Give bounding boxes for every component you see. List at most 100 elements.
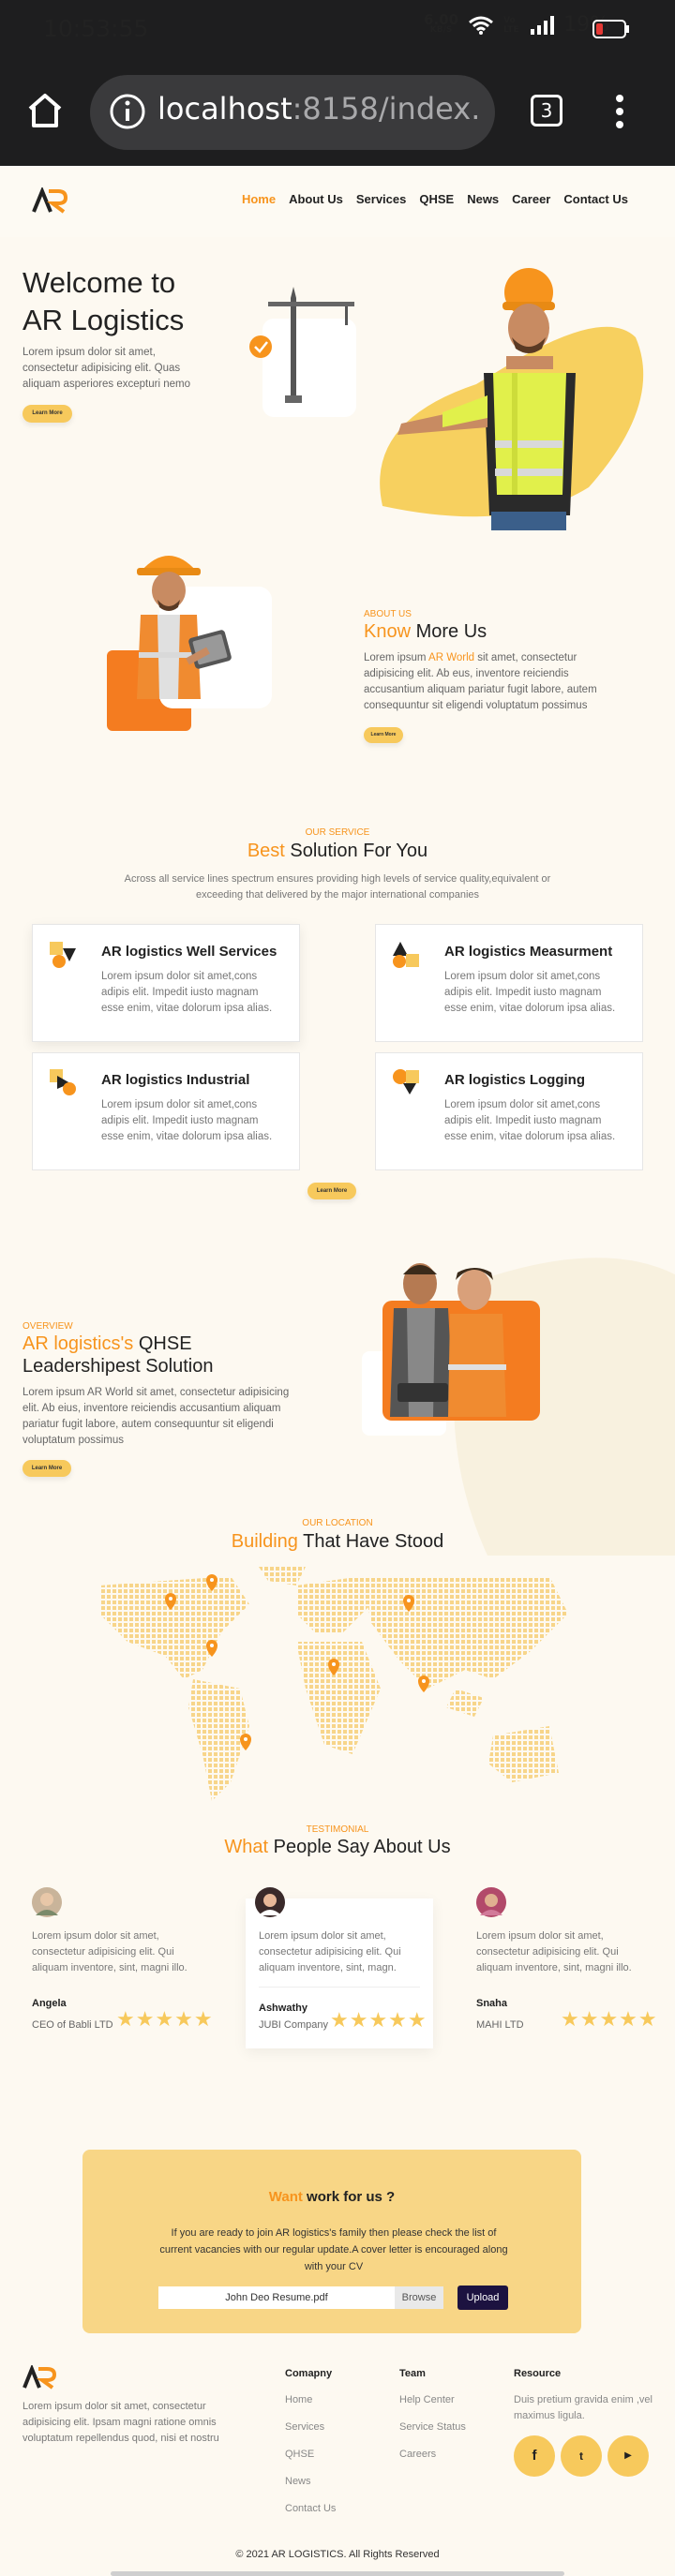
testimonial-company: MAHI LTD <box>476 2019 524 2031</box>
footer-company-links: Home Services QHSE News Contact Us <box>285 2387 336 2523</box>
about-text: Lorem ipsum AR World sit amet, consectet… <box>364 652 597 711</box>
nav-about[interactable]: About Us <box>289 192 343 206</box>
service-card-text: Lorem ipsum dolor sit amet,cons adipis e… <box>444 1099 616 1142</box>
upload-button[interactable]: Upload <box>458 2286 508 2310</box>
divider <box>259 1987 420 1988</box>
avatar <box>32 1887 62 1917</box>
status-time: 10:53:55 <box>43 15 149 42</box>
more-menu-icon[interactable] <box>613 94 626 129</box>
testimonial-text: Lorem ipsum dolor sit amet, consectetur … <box>32 1930 188 1973</box>
qhse-text: Lorem ipsum AR World sit amet, consectet… <box>22 1387 290 1446</box>
testimonial-name: Angela <box>32 1998 67 2009</box>
shapes-icon <box>393 1069 419 1094</box>
facebook-icon[interactable]: f <box>514 2435 555 2477</box>
about-title: Know More Us <box>364 621 488 642</box>
career-title: Want work for us ? <box>268 2189 396 2205</box>
hero-title-line2: AR Logistics <box>22 304 185 336</box>
browse-button[interactable]: Browse <box>395 2286 443 2309</box>
about-illustration <box>107 556 272 731</box>
shapes-icon <box>393 942 419 968</box>
service-card-title: AR logistics Measurment <box>444 944 613 960</box>
shapes-icon <box>50 1069 76 1095</box>
copyright: © 2021 AR LOGISTICS. All Rights Reserved <box>235 2549 440 2560</box>
footer-link-careers[interactable]: Careers <box>399 2441 466 2468</box>
status-icons: 6.00 KB/S Vo LTE 19% <box>424 10 609 37</box>
footer-resource-text: Duis pretium gravida enim ,vel maximus l… <box>514 2394 652 2421</box>
footer-link-help-center[interactable]: Help Center <box>399 2387 466 2414</box>
twitter-icon[interactable]: t <box>561 2435 602 2477</box>
signal-icon <box>531 15 555 35</box>
rating-stars: ★★★★★ <box>330 2008 428 2032</box>
nav-home[interactable]: Home <box>242 192 276 206</box>
avatar <box>255 1887 285 1917</box>
services-tag: OUR SERVICE <box>305 827 370 838</box>
testimonial-title: What People Say About Us <box>224 1837 451 1857</box>
cv-file-input[interactable]: John Deo Resume.pdf <box>158 2286 395 2309</box>
nav-news[interactable]: News <box>467 192 499 206</box>
rating-stars: ★★★★★ <box>561 2007 658 2031</box>
footer-link-service-status[interactable]: Service Status <box>399 2414 466 2441</box>
nav-qhse[interactable]: QHSE <box>419 192 454 206</box>
hero-learn-more-button[interactable]: Learn More <box>22 405 72 423</box>
testimonial-text: Lorem ipsum dolor sit amet, consectetur … <box>476 1930 632 1973</box>
about-learn-more-button[interactable]: Learn More <box>364 727 403 743</box>
battery-icon <box>592 20 629 38</box>
hero-text: Lorem ipsum dolor sit amet, consectetur … <box>22 347 190 390</box>
service-card-text: Lorem ipsum dolor sit amet,cons adipis e… <box>101 1099 273 1142</box>
hero-illustration <box>249 268 644 530</box>
tab-count-button[interactable]: 3 <box>531 95 562 127</box>
testimonial-name: Ashwathy <box>259 2003 308 2014</box>
main-nav: Home About Us Services QHSE News Career … <box>242 192 628 206</box>
location-tag: OUR LOCATION <box>302 1518 373 1528</box>
testimonial-company: JUBI Company <box>259 2019 328 2031</box>
footer-link-qhse[interactable]: QHSE <box>285 2441 336 2468</box>
rating-stars: ★★★★★ <box>116 2007 214 2031</box>
testimonial-tag: TESTIMONIAL <box>306 1824 369 1835</box>
avatar <box>476 1887 506 1917</box>
scroll-indicator[interactable] <box>111 2571 564 2576</box>
footer-link-news[interactable]: News <box>285 2468 336 2495</box>
service-card-title: AR logistics Logging <box>444 1072 585 1088</box>
service-card-text: Lorem ipsum dolor sit amet,cons adipis e… <box>101 971 273 1014</box>
nav-contact[interactable]: Contact Us <box>563 192 628 206</box>
services-title: Best Solution For You <box>247 841 428 861</box>
ar-logo[interactable] <box>32 187 68 214</box>
service-card-text: Lorem ipsum dolor sit amet,cons adipis e… <box>444 971 616 1014</box>
location-title: Building That Have Stood <box>231 1531 444 1552</box>
footer-team-heading: Team <box>399 2368 426 2379</box>
youtube-icon[interactable]: ▶ <box>608 2435 649 2477</box>
shapes-icon <box>50 942 76 968</box>
services-learn-more-button[interactable]: Learn More <box>308 1183 356 1199</box>
footer-link-services[interactable]: Services <box>285 2414 336 2441</box>
wifi-icon <box>469 16 494 35</box>
network-speed: 6.00 KB/S <box>424 10 459 35</box>
about-tag: ABOUT US <box>364 609 412 619</box>
home-icon[interactable] <box>26 92 64 129</box>
footer-link-contact[interactable]: Contact Us <box>285 2495 336 2523</box>
testimonial-company: CEO of Babli LTD <box>32 2019 113 2031</box>
testimonial-name: Snaha <box>476 1998 508 2009</box>
nav-career[interactable]: Career <box>512 192 550 206</box>
service-card-title: AR logistics Well Services <box>101 944 278 960</box>
volte-icon: Vo LTE <box>503 15 519 35</box>
footer-company-heading: Comapny <box>285 2368 333 2379</box>
service-card-title: AR logistics Industrial <box>101 1072 250 1088</box>
qhse-learn-more-button[interactable]: Learn More <box>22 1460 71 1477</box>
testimonial-text: Lorem ipsum dolor sit amet, consectetur … <box>259 1930 401 1973</box>
career-text: If you are ready to join AR logistics's … <box>159 2227 508 2272</box>
hero-title-line1: Welcome to <box>22 266 176 299</box>
footer-team-links: Help Center Service Status Careers <box>399 2387 466 2468</box>
qhse-illustration <box>362 1263 540 1436</box>
footer-about-text: Lorem ipsum dolor sit amet, consectetur … <box>22 2401 219 2444</box>
qhse-title: AR logistics's QHSE <box>22 1333 192 1354</box>
url-text[interactable]: localhost:8158/index.htr <box>158 91 482 127</box>
qhse-tag: OVERVIEW <box>22 1321 73 1332</box>
footer-logo[interactable] <box>22 2365 56 2390</box>
nav-services[interactable]: Services <box>356 192 407 206</box>
services-subtitle: Across all service lines spectrum ensure… <box>124 873 551 901</box>
footer-resource-heading: Resource <box>514 2368 562 2379</box>
info-icon[interactable] <box>109 93 146 130</box>
world-map <box>99 1567 568 1801</box>
qhse-title-line2: Leadershipest Solution <box>22 1356 214 1377</box>
footer-link-home[interactable]: Home <box>285 2387 336 2414</box>
